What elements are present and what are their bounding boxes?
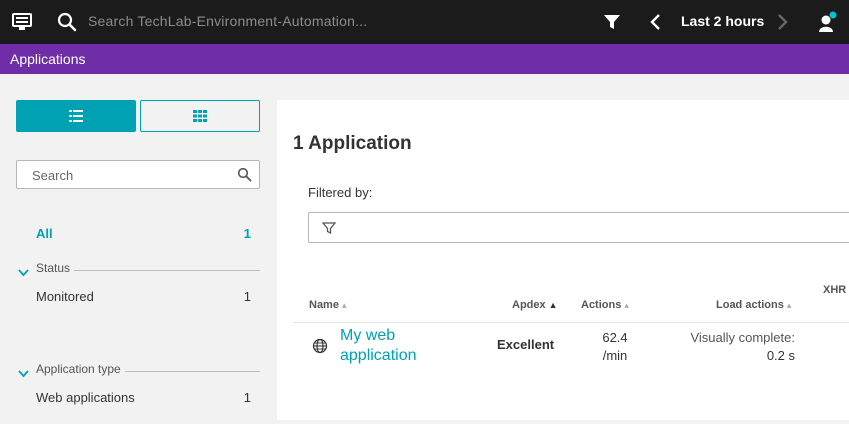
list-view-button[interactable] bbox=[16, 100, 136, 132]
column-header-xhr[interactable]: XHR bbox=[823, 284, 846, 296]
column-header-load-actions[interactable]: Load actions ▴︎ bbox=[716, 299, 791, 311]
chevron-down-icon[interactable] bbox=[18, 264, 29, 277]
column-header-label: XHR bbox=[823, 284, 847, 296]
tile-view-button[interactable] bbox=[140, 100, 260, 132]
globe-icon bbox=[312, 338, 328, 354]
facet-label: All bbox=[36, 226, 53, 241]
filter-icon bbox=[321, 221, 337, 235]
facet-count: 1 bbox=[243, 289, 251, 304]
column-header-label: Load actions bbox=[716, 299, 784, 311]
column-header-label: Actions bbox=[581, 299, 622, 311]
list-view-icon bbox=[69, 110, 83, 122]
user-icon[interactable] bbox=[816, 10, 838, 34]
sidebar-search-placeholder: Search bbox=[32, 168, 74, 183]
global-search-input[interactable]: Search TechLab-Environment-Automation... bbox=[88, 13, 367, 29]
sidebar-search-input[interactable]: Search bbox=[16, 160, 260, 189]
filter-input[interactable] bbox=[308, 212, 849, 243]
chevron-right-icon[interactable] bbox=[774, 12, 790, 32]
column-header-apdex[interactable]: Apdex ▲ bbox=[512, 299, 558, 311]
column-header-label: Name bbox=[309, 299, 339, 311]
facet-group-application-type[interactable]: Application type bbox=[16, 362, 260, 378]
load-actions-value: Visually complete: 0.2 s bbox=[647, 329, 795, 365]
facet-label: Monitored bbox=[36, 289, 94, 304]
applications-panel: 1 Application Filtered by: Name ▴︎ Apdex ▲… bbox=[277, 100, 849, 420]
facet-group-title: Status bbox=[36, 261, 75, 275]
filter-icon[interactable] bbox=[603, 13, 621, 31]
load-actions-number: 0.2 s bbox=[766, 348, 795, 363]
tile-view-icon bbox=[193, 110, 207, 122]
divider bbox=[293, 322, 849, 323]
column-header-actions[interactable]: Actions ▴︎ bbox=[581, 299, 629, 311]
facet-count: 1 bbox=[243, 390, 251, 405]
actions-value: 62.4 /min bbox=[595, 329, 635, 365]
chevron-left-icon[interactable] bbox=[648, 12, 664, 32]
page-title: Applications bbox=[10, 51, 86, 67]
facet-group-status[interactable]: Status bbox=[16, 261, 260, 277]
facet-item-monitored[interactable]: Monitored 1 bbox=[36, 287, 260, 307]
column-header-label: Apdex bbox=[512, 299, 546, 311]
application-name-link[interactable]: My web application bbox=[340, 326, 460, 366]
column-header-name[interactable]: Name ▴︎ bbox=[309, 299, 347, 311]
filtered-by-label: Filtered by: bbox=[308, 185, 373, 200]
facet-item-web-applications[interactable]: Web applications 1 bbox=[36, 388, 260, 408]
facet-count: 1 bbox=[243, 226, 251, 241]
menu-icon[interactable] bbox=[12, 13, 32, 31]
load-actions-label: Visually complete: bbox=[690, 330, 795, 345]
timeframe-selector[interactable]: Last 2 hours bbox=[681, 13, 764, 29]
sort-ascending-icon: ▲ bbox=[548, 300, 558, 310]
actions-unit: /min bbox=[602, 348, 628, 363]
sort-icon: ▴︎ bbox=[341, 300, 347, 310]
apdex-value: Excellent bbox=[497, 337, 555, 352]
page-header: Applications bbox=[0, 44, 849, 74]
search-icon[interactable] bbox=[57, 12, 77, 32]
actions-number: 62.4 bbox=[602, 330, 628, 345]
sort-icon: ▴︎ bbox=[786, 300, 792, 310]
sort-icon: ▴︎ bbox=[624, 300, 629, 310]
facet-all[interactable]: All 1 bbox=[36, 224, 260, 244]
search-icon bbox=[237, 167, 252, 182]
chevron-down-icon[interactable] bbox=[18, 365, 29, 378]
facet-group-title: Application type bbox=[36, 362, 125, 376]
facet-label: Web applications bbox=[36, 390, 135, 405]
application-count-heading: 1 Application bbox=[293, 133, 412, 154]
top-bar: Search TechLab-Environment-Automation...… bbox=[0, 0, 849, 44]
